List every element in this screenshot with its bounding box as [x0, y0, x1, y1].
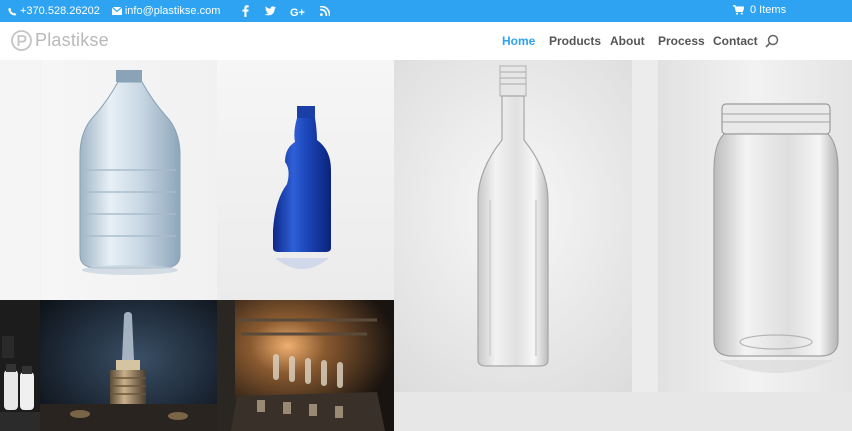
twitter-icon[interactable] [263, 5, 277, 17]
facebook-icon[interactable] [242, 5, 250, 17]
contact-info: +370.528.26202 info@plastikse.com G+ [0, 5, 331, 17]
nav-home[interactable]: Home [502, 34, 535, 48]
email-link[interactable]: info@plastikse.com [111, 5, 221, 17]
clear-large-bottle-image[interactable] [0, 60, 217, 300]
site-header: Plastikse Home Products About Process Co… [0, 22, 852, 60]
site-logo[interactable]: Plastikse [11, 30, 109, 51]
social-links: G+ [242, 5, 331, 17]
envelope-icon [111, 7, 122, 15]
logo-mark-icon [11, 30, 32, 51]
email-address: info@plastikse.com [124, 5, 221, 17]
preform-machine-image[interactable] [40, 300, 217, 431]
factory-line-image[interactable] [217, 300, 394, 431]
logo-text: Plastikse [35, 30, 109, 50]
clear-jar-image[interactable] [658, 60, 852, 392]
phone-icon [8, 7, 17, 15]
blue-spray-bottle-image[interactable] [217, 60, 394, 300]
cart-count: 0 Items [750, 4, 787, 16]
nav-process[interactable]: Process [658, 34, 705, 48]
phone-link[interactable]: +370.528.26202 [8, 5, 100, 17]
rss-icon[interactable] [320, 6, 331, 16]
top-bar: +370.528.26202 info@plastikse.com G+ 0 I… [0, 0, 852, 22]
phone-number: +370.528.26202 [20, 5, 100, 17]
product-gallery [0, 60, 852, 431]
small-bottles-image[interactable] [0, 300, 40, 431]
empty-gallery-area [394, 392, 852, 431]
cart-icon [733, 5, 744, 15]
search-icon[interactable] [765, 34, 779, 48]
cart-link[interactable]: 0 Items [733, 4, 786, 16]
nav-about[interactable]: About [610, 34, 645, 48]
google-plus-icon[interactable]: G+ [290, 6, 306, 17]
svg-text:G+: G+ [290, 7, 305, 17]
nav-products[interactable]: Products [549, 34, 601, 48]
nav-contact[interactable]: Contact [713, 34, 758, 48]
clear-tall-bottle-image[interactable] [394, 60, 658, 392]
